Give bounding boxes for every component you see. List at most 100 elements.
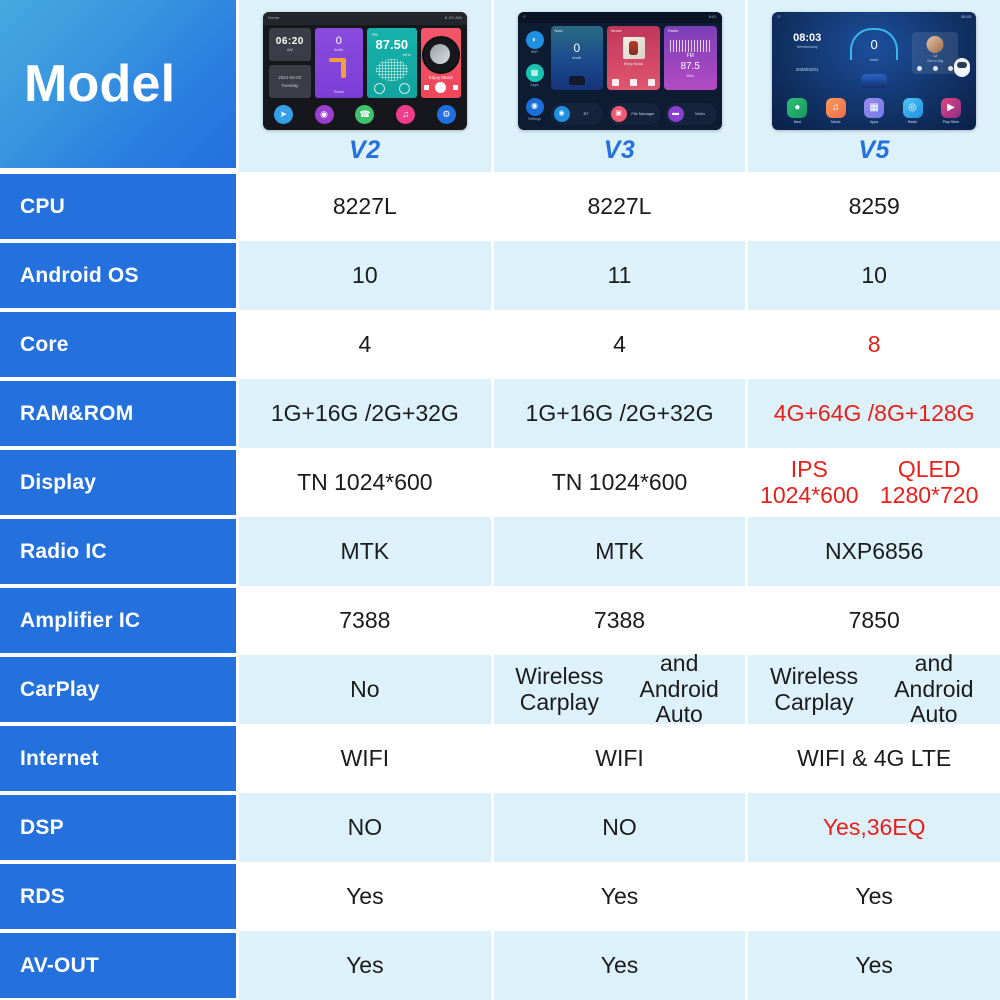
table-row: Display TN 1024*600 TN 1024*600 IPS 1024*60… xyxy=(0,448,1000,517)
cell-value: 10 xyxy=(745,241,1000,310)
cell-value: 7388 xyxy=(490,586,746,655)
assistant-robot-icon xyxy=(954,58,971,77)
v3-sidebar-item-settings: ◉ Settings xyxy=(525,97,544,121)
apps-grid-icon: ▦ xyxy=(864,97,885,118)
table-row: Core 4 4 8 xyxy=(0,310,1000,379)
table-row: Internet WIFI WIFI WIFI & 4G LTE xyxy=(0,724,1000,793)
v5-gauge-unit: km/h xyxy=(869,57,879,62)
v5-gauge-value: 0 xyxy=(870,37,878,52)
v5-music-controls xyxy=(912,66,958,71)
cell-value: 4G+64G /8G+128G xyxy=(745,379,1000,448)
table-row: RAM&ROM 1G+16G /2G+32G 1G+16G /2G+32G 4G+64… xyxy=(0,379,1000,448)
table-row: CPU 8227L 8227L 8259 xyxy=(0,172,1000,241)
prev-icon xyxy=(373,83,385,94)
v3-nav-unit: km/h xyxy=(572,55,582,60)
play-icon xyxy=(629,79,637,86)
v3-sidebar-label-apps: Apps xyxy=(530,83,539,88)
prev-icon xyxy=(423,85,429,90)
v5-status-left-icon: ☉ xyxy=(777,14,781,20)
radio-icon: ◎ xyxy=(902,97,923,118)
v5-weekday: Wednesday xyxy=(796,44,818,50)
v5-date: 2020/01/01 xyxy=(795,66,819,72)
v3-button-label-bt: BT xyxy=(583,110,589,116)
navigation-icon: ➤ xyxy=(273,104,293,124)
cell-value: Yes xyxy=(236,931,491,1000)
v2-clock-ampm: AM xyxy=(286,47,293,53)
play-icon xyxy=(932,66,938,71)
v5-speed-gauge: 0 km/h xyxy=(850,28,899,62)
phone-icon: ☎ xyxy=(355,104,375,124)
v2-radio-freq: 87.50 xyxy=(375,37,409,52)
table-row: RDS Yes Yes Yes xyxy=(0,862,1000,931)
v3-nav-title: Navi xyxy=(554,28,563,33)
table-row: Radio IC MTK MTK NXP6856 xyxy=(0,517,1000,586)
v3-radio-title: Radio xyxy=(667,28,679,33)
v5-dock: ● Navi ♫ Music ▦ Apps ◎ Radio ▶ Play Sto… xyxy=(778,97,970,124)
v3-status-left-icon: ☉ xyxy=(522,14,527,20)
cell-value: 4 xyxy=(490,310,746,379)
row-label-carplay: CarPlay xyxy=(0,657,236,722)
cell-value: 7388 xyxy=(236,586,491,655)
v5-dock-item-navi: ● Navi xyxy=(787,97,808,124)
bluetooth-icon: ◉ xyxy=(553,106,570,122)
v2-music-widget: Enjoy Music xyxy=(420,28,461,98)
v3-button-label-filemanager: File Manager xyxy=(631,110,655,116)
v2-clock-widget: 06:20 AM xyxy=(268,28,311,61)
v3-music-track: Enjoy Music xyxy=(623,62,644,66)
cell-value: MTK xyxy=(236,517,491,586)
v5-dock-label-playstore: Play Store xyxy=(942,119,960,124)
v3-tiles: Navi 0 km/h Music Enjoy Music Radio FM 8… xyxy=(550,26,717,90)
album-art-icon xyxy=(622,37,645,59)
cell-value: 10 xyxy=(236,241,491,310)
table-header-row: Model Home 6:20 AM 06:20 AM 2021-02-02 T… xyxy=(0,0,1000,172)
v5-status-bar: ☉ 08:03 xyxy=(772,12,976,23)
v2-radio-widget: FM 87.50 MHz xyxy=(366,28,417,98)
prev-icon xyxy=(612,79,620,86)
v2-speed-unit: km/h xyxy=(334,47,344,52)
product-header-v2: Home 6:20 AM 06:20 AM 2021-02-02 Tuesday xyxy=(236,0,491,172)
v3-radio-unit: MHz xyxy=(686,74,694,78)
row-label-dsp: DSP xyxy=(0,795,236,860)
cell-value: Yes xyxy=(745,931,1000,1000)
v2-road-path-icon xyxy=(340,58,346,78)
location-pin-icon: ● xyxy=(787,97,808,118)
v5-music-card: JJ Give a Hug xyxy=(912,32,959,74)
v2-status-right: 6:20 AM xyxy=(445,15,462,21)
cell-value: 11 xyxy=(490,241,746,310)
folder-icon: ▣ xyxy=(610,106,627,122)
v2-status-bar: Home 6:20 AM xyxy=(262,12,467,25)
apps-icon: ▦ xyxy=(525,64,544,83)
table-body: CPU 8227L 8227L 8259 Android OS 10 11 10 Core 4 4 8… xyxy=(0,172,1000,1000)
cell-value: 4 xyxy=(236,310,491,379)
settings-icon: ⚙ xyxy=(436,104,456,124)
cell-value: WIFI xyxy=(490,724,746,793)
v2-status-left: Home xyxy=(267,15,280,21)
v2-album-disc-icon xyxy=(421,36,460,74)
v3-music-tile: Music Enjoy Music xyxy=(607,26,660,90)
row-label-android-os: Android OS xyxy=(0,243,236,308)
next-icon xyxy=(947,66,953,71)
v5-dock-item-apps: ▦ Apps xyxy=(864,97,885,124)
row-label-radio-ic: Radio IC xyxy=(0,519,236,584)
v3-radio-freq: 87.5 xyxy=(680,61,700,72)
v3-sidebar: ◐ WiFi ▦ Apps ◉ Settings xyxy=(520,26,550,126)
v3-sidebar-item-wifi: ◐ WiFi xyxy=(525,31,544,54)
steering-icon: ◉ xyxy=(314,104,334,124)
v5-dock-item-radio: ◎ Radio xyxy=(902,97,923,124)
product-name-v3: V3 xyxy=(603,136,636,164)
next-icon xyxy=(452,85,458,90)
cell-value: 7850 xyxy=(745,586,1000,655)
v5-dock-label-music: Music xyxy=(831,119,841,124)
v2-radio-controls xyxy=(367,83,417,94)
v3-status-bar: ☉ 8:01 xyxy=(517,12,722,23)
cell-value: WIFI xyxy=(236,724,491,793)
v2-date-widget: 2021-02-02 Tuesday xyxy=(268,65,311,98)
cell-value: Yes xyxy=(490,931,746,1000)
v2-date-value: 2021-02-02 xyxy=(278,75,302,81)
v3-music-title: Music xyxy=(611,28,622,33)
cell-value: MTK xyxy=(490,517,746,586)
product-screenshot-v3: ☉ 8:01 ◐ WiFi ▦ Apps ◉ Settings Navi 0 k… xyxy=(517,12,722,130)
v5-dock-item-music: ♫ Music xyxy=(825,97,846,124)
wifi-icon: ◐ xyxy=(525,31,544,50)
v3-radio-tile: Radio FM 87.5 MHz xyxy=(663,26,717,90)
